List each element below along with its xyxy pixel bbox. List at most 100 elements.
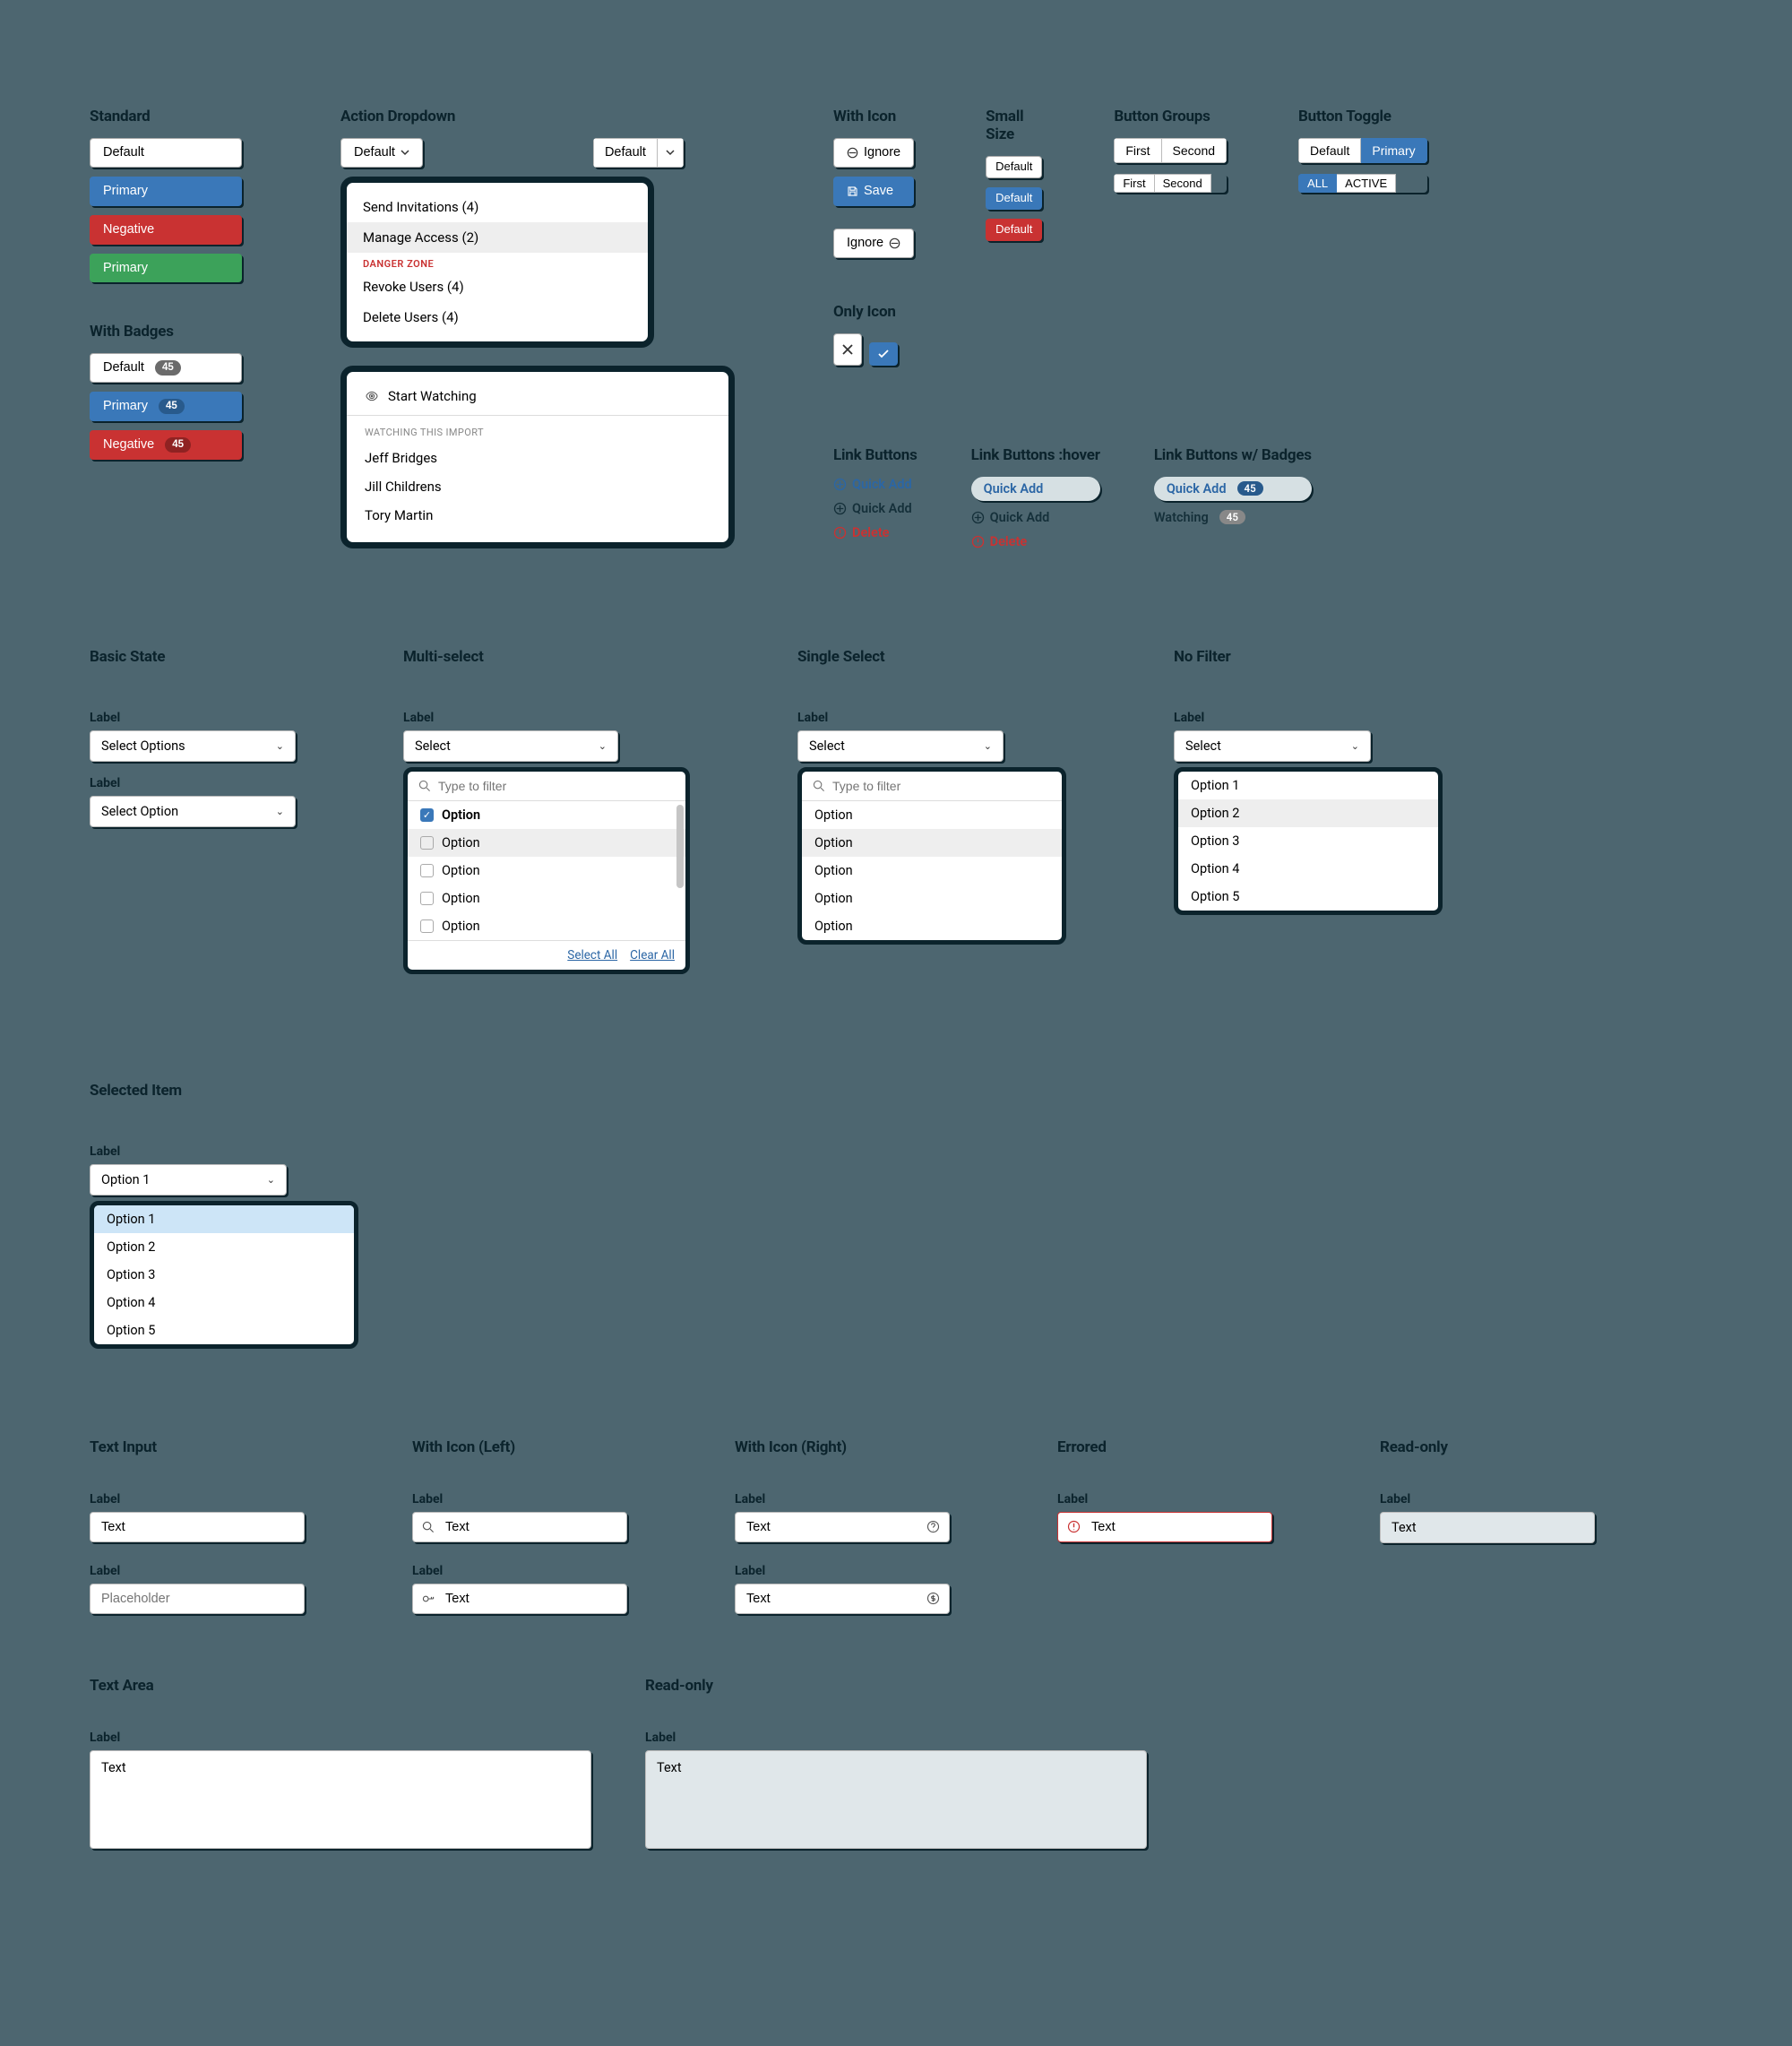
chevron-down-icon: ⌄ xyxy=(276,740,284,752)
single-select-trigger[interactable]: Select ⌄ xyxy=(797,730,1004,762)
option-row[interactable]: Option xyxy=(802,912,1062,940)
link-quick-add-muted[interactable]: Quick Add xyxy=(833,501,918,516)
plus-circle-icon xyxy=(971,511,985,524)
button-group: First Second xyxy=(1114,138,1227,163)
link-quick-add-hover-muted[interactable]: Quick Add xyxy=(971,510,1100,525)
text-input[interactable] xyxy=(90,1513,304,1541)
option-row[interactable]: Option 5 xyxy=(94,1317,354,1344)
option-row[interactable]: Option xyxy=(802,801,1062,829)
start-watching-label: Start Watching xyxy=(388,388,477,404)
selected-item-trigger[interactable]: Option 1 ⌄ xyxy=(90,1164,287,1196)
search-text-input[interactable] xyxy=(435,1513,626,1541)
link-quick-add-badge[interactable]: Quick Add 45 xyxy=(1154,477,1312,501)
chevron-down-icon: ⌄ xyxy=(267,1174,275,1186)
primary-button[interactable]: Primary xyxy=(90,177,242,206)
section-icon-right: With Icon (Right) xyxy=(735,1438,950,1456)
dollar-circle-icon[interactable] xyxy=(926,1592,949,1605)
link-delete[interactable]: Delete xyxy=(833,525,918,540)
clear-all-link[interactable]: Clear All xyxy=(630,948,675,963)
link-quick-add[interactable]: Quick Add xyxy=(833,477,918,492)
field-label: Label xyxy=(90,1144,358,1159)
toggle-primary-button[interactable]: Primary xyxy=(1361,138,1426,163)
section-no-filter: No Filter xyxy=(1174,648,1443,666)
dropdown-trigger[interactable]: Default xyxy=(340,138,423,168)
link-watching[interactable]: Watching 45 xyxy=(1154,510,1312,525)
option-row[interactable]: Option 5 xyxy=(1178,883,1438,911)
ignore-button-right[interactable]: Ignore xyxy=(833,229,914,258)
option-row[interactable]: Option xyxy=(408,885,685,912)
option-row[interactable]: Option xyxy=(408,829,685,857)
toggle-active-button[interactable]: ACTIVE xyxy=(1337,174,1396,193)
option-row[interactable]: Option 4 xyxy=(94,1289,354,1317)
filter-input[interactable] xyxy=(832,779,1051,793)
small-primary-button[interactable]: Default xyxy=(986,187,1042,210)
text-input[interactable] xyxy=(736,1513,926,1541)
check-icon-button[interactable] xyxy=(869,342,898,366)
textarea[interactable]: Text xyxy=(90,1750,591,1849)
option-row[interactable]: Option xyxy=(408,912,685,940)
save-icon xyxy=(847,186,858,197)
select-all-link[interactable]: Select All xyxy=(567,948,617,963)
text-input[interactable] xyxy=(736,1584,926,1613)
dd-item-revoke-users[interactable]: Revoke Users (4) xyxy=(347,272,648,302)
link-quick-add-hover[interactable]: Quick Add xyxy=(971,477,1100,501)
select-option-dropdown[interactable]: Select Option ⌄ xyxy=(90,796,296,827)
section-button-groups: Button Groups xyxy=(1114,108,1227,125)
split-caret-button[interactable] xyxy=(658,138,684,168)
option-row[interactable]: ✓Option xyxy=(408,801,685,829)
text-input-icon-right xyxy=(735,1512,950,1542)
ignore-button[interactable]: Ignore xyxy=(833,138,914,168)
group-first-button[interactable]: First xyxy=(1114,174,1154,193)
dd-item-delete-users[interactable]: Delete Users (4) xyxy=(347,302,648,332)
negative-button[interactable]: Negative xyxy=(90,215,242,245)
group-second-button[interactable]: Second xyxy=(1155,174,1211,193)
start-watching-button[interactable]: Start Watching xyxy=(347,384,728,416)
option-row[interactable]: Option 2 xyxy=(94,1233,354,1261)
text-input-icon-right xyxy=(735,1584,950,1614)
help-circle-icon[interactable] xyxy=(926,1520,949,1533)
errored-input[interactable] xyxy=(1081,1513,1271,1541)
primary-badge-button[interactable]: Primary 45 xyxy=(90,392,242,421)
small-default-button[interactable]: Default xyxy=(986,156,1042,178)
checkbox-icon xyxy=(420,836,434,850)
toggle-default-button[interactable]: Default xyxy=(1298,138,1361,163)
option-row[interactable]: Option 3 xyxy=(94,1261,354,1289)
placeholder-input[interactable] xyxy=(90,1584,304,1613)
option-row[interactable]: Option 2 xyxy=(1178,799,1438,827)
option-row[interactable]: Option 1 xyxy=(1178,772,1438,799)
small-negative-button[interactable]: Default xyxy=(986,219,1042,241)
filter-input[interactable] xyxy=(438,779,675,793)
select-options-dropdown[interactable]: Select Options ⌄ xyxy=(90,730,296,762)
split-button[interactable]: Default xyxy=(593,138,684,168)
save-button[interactable]: Save xyxy=(833,177,914,206)
section-only-icon: Only Icon xyxy=(833,303,914,321)
no-entry-icon xyxy=(889,237,900,249)
key-text-input[interactable] xyxy=(435,1584,626,1613)
split-main-button[interactable]: Default xyxy=(593,138,658,168)
option-row[interactable]: Option 3 xyxy=(1178,827,1438,855)
plus-circle-icon xyxy=(833,478,847,491)
default-button[interactable]: Default xyxy=(90,138,242,168)
negative-badge-button[interactable]: Negative 45 xyxy=(90,430,242,460)
text-input-icon-left xyxy=(412,1584,627,1614)
option-row[interactable]: Option xyxy=(408,857,685,885)
option-row[interactable]: Option xyxy=(802,857,1062,885)
default-badge-button[interactable]: Default 45 xyxy=(90,353,242,383)
option-selected[interactable]: Option 1 xyxy=(94,1205,354,1233)
section-button-toggle: Button Toggle xyxy=(1298,108,1427,125)
dd-item-manage-access[interactable]: Manage Access (2) xyxy=(347,222,648,253)
dd-item-send-invitations[interactable]: Send Invitations (4) xyxy=(347,192,648,222)
green-primary-button[interactable]: Primary xyxy=(90,254,242,283)
option-row[interactable]: Option xyxy=(802,885,1062,912)
nofilter-select-trigger[interactable]: Select ⌄ xyxy=(1174,730,1371,762)
close-icon-button[interactable] xyxy=(833,333,862,366)
toggle-all-button[interactable]: ALL xyxy=(1298,174,1337,193)
field-label: Label xyxy=(90,1492,305,1506)
link-delete-hover[interactable]: Delete xyxy=(971,534,1100,549)
group-first-button[interactable]: First xyxy=(1114,138,1161,163)
multi-select-trigger[interactable]: Select ⌄ xyxy=(403,730,618,762)
option-row[interactable]: Option xyxy=(802,829,1062,857)
action-dropdown-panel: Send Invitations (4) Manage Access (2) D… xyxy=(340,177,654,348)
option-row[interactable]: Option 4 xyxy=(1178,855,1438,883)
group-second-button[interactable]: Second xyxy=(1162,138,1227,163)
